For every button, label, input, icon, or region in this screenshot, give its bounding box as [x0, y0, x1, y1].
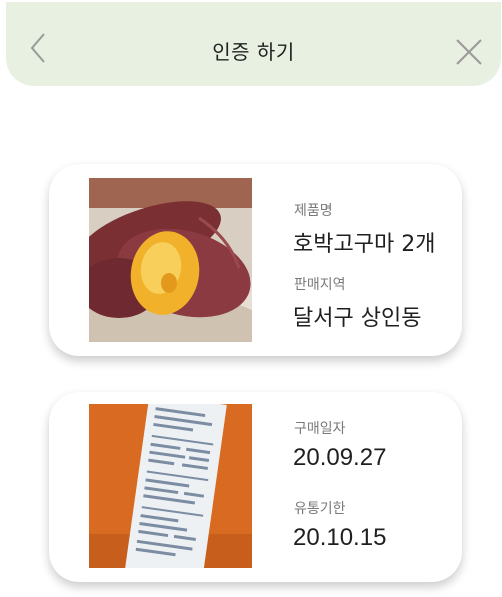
sales-region-value: 달서구 상인동 [293, 306, 422, 331]
sales-region-label: 판매지역 [294, 277, 346, 293]
product-name-value: 호박고구마 2개 [293, 232, 436, 257]
receipt-photo [89, 404, 252, 568]
purchase-date-label: 구매일자 [294, 421, 346, 437]
expiry-date-label: 유통기한 [294, 501, 346, 517]
close-icon[interactable] [453, 36, 485, 68]
receipt-card[interactable]: 구매일자 20.09.27 유통기한 20.10.15 [49, 392, 462, 582]
page-title: 인증 하기 [212, 40, 295, 64]
product-card[interactable]: 제품명 호박고구마 2개 판매지역 달서구 상인동 [49, 164, 462, 356]
expiry-date-value: 20.10.15 [293, 524, 387, 551]
purchase-date-value: 20.09.27 [293, 444, 387, 471]
sweet-potato-photo [89, 178, 252, 342]
header-bar: 인증 하기 [6, 2, 501, 86]
product-name-label: 제품명 [294, 203, 333, 219]
